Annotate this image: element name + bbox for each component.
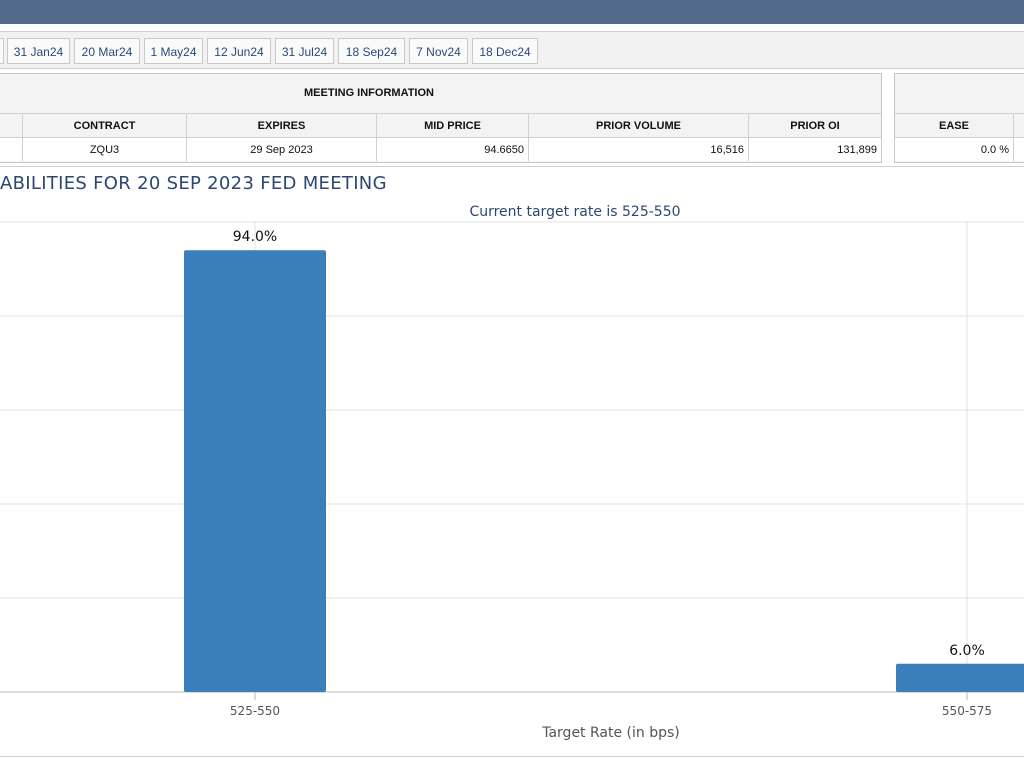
bar-550-575[interactable]: [896, 663, 1024, 692]
chart-tick-labels: 525-550 550-575: [230, 704, 992, 718]
data-label: 94.0%: [233, 229, 277, 245]
x-tick-label: 550-575: [942, 704, 992, 718]
bottom-divider: [0, 756, 1024, 757]
data-label: 6.0%: [949, 643, 985, 659]
chart-data-labels: 94.0% 6.0%: [233, 229, 985, 659]
probability-bar-chart: 94.0% 6.0% 525-550 550-575 Target Rate (in…: [0, 221, 1024, 741]
x-axis-label: Target Rate (in bps): [541, 725, 680, 741]
chart-gridlines: [0, 221, 1024, 700]
x-tick-label: 525-550: [230, 704, 280, 718]
bar-525-550[interactable]: [184, 250, 326, 692]
